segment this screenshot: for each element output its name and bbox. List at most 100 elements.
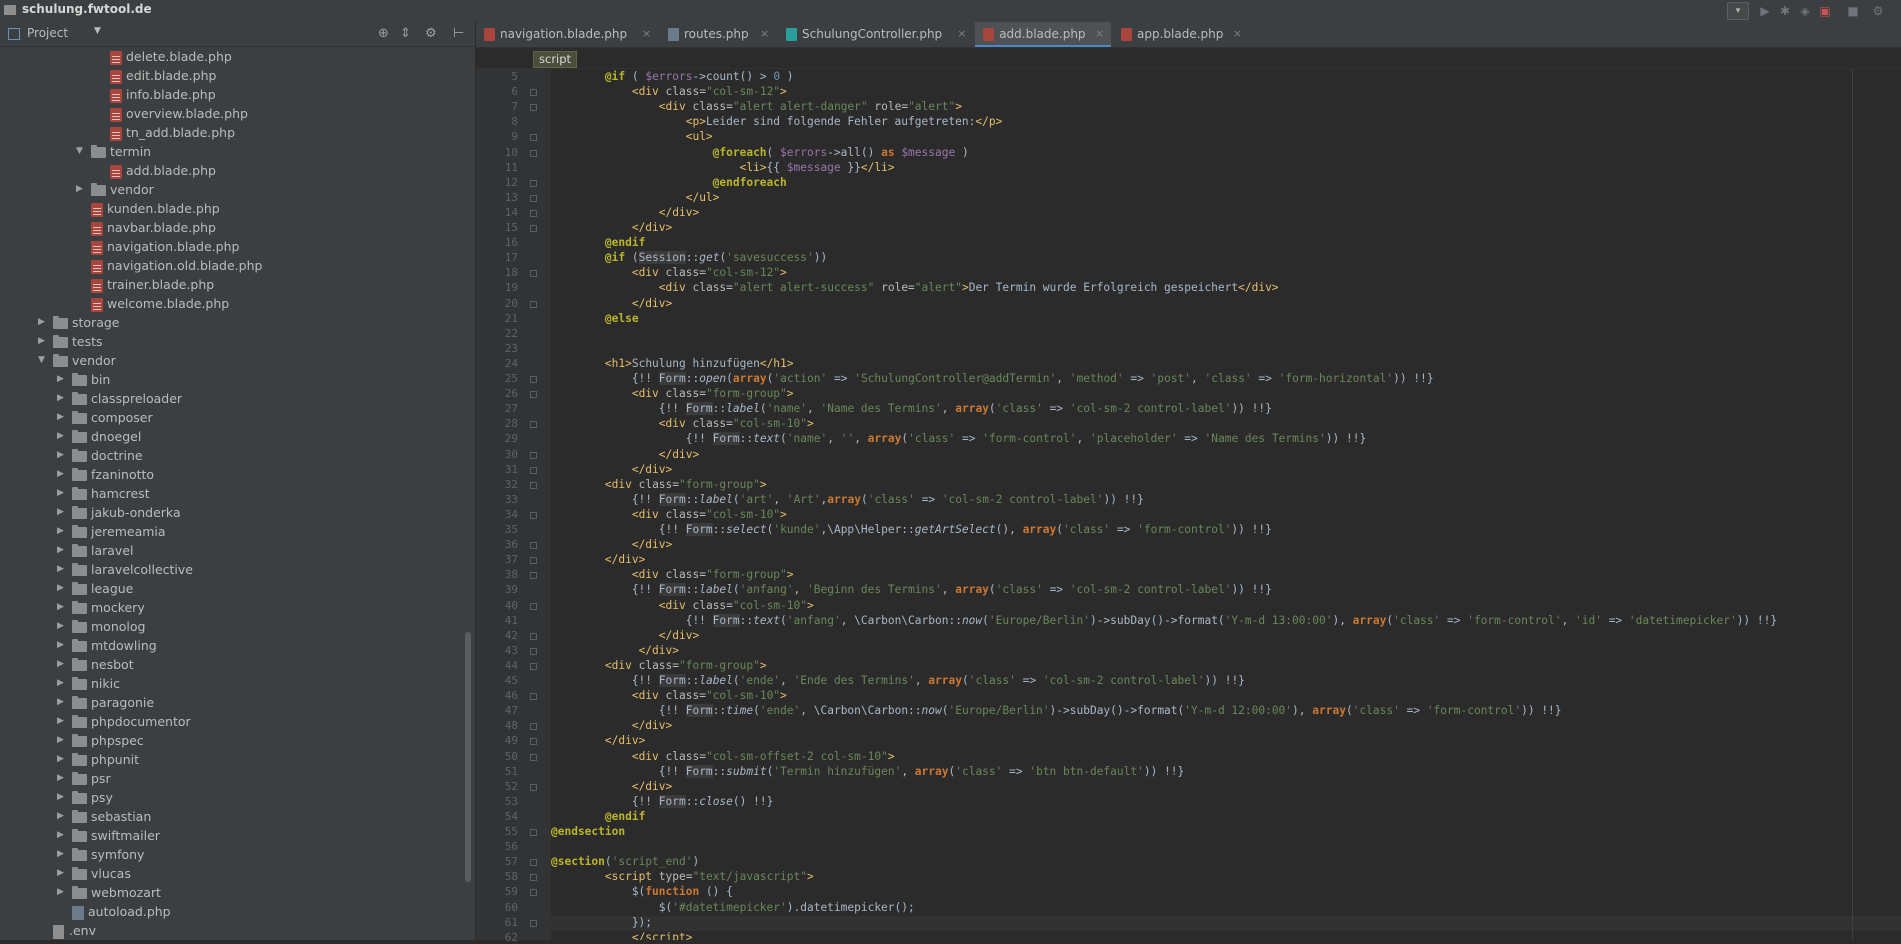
fold-marker-icon[interactable] (530, 738, 537, 745)
collapsed-arrow-icon[interactable]: ▶ (57, 640, 64, 650)
tree-folder[interactable]: ▼ termin (0, 143, 465, 162)
collapsed-arrow-icon[interactable]: ▶ (57, 716, 64, 726)
tree-folder[interactable]: ▶ phpunit (0, 751, 465, 770)
tree-folder[interactable]: ▶ vendor (0, 181, 465, 200)
fold-marker-icon[interactable] (530, 889, 537, 896)
tree-folder[interactable]: ▶ tests (0, 333, 465, 352)
code-line[interactable]: </div> (551, 734, 1901, 749)
code-line[interactable]: {!! Form::text('name', '', array('class'… (551, 432, 1901, 447)
fold-marker-icon[interactable] (530, 301, 537, 308)
fold-marker-icon[interactable] (530, 512, 537, 519)
code-line[interactable]: <div class="col-sm-10"> (551, 689, 1901, 704)
collapsed-arrow-icon[interactable]: ▶ (57, 887, 64, 897)
code-line[interactable]: <div class="col-sm-12"> (551, 85, 1901, 100)
close-icon[interactable]: × (957, 27, 966, 40)
play-icon[interactable]: ▶ (1757, 3, 1773, 19)
fold-marker-icon[interactable] (530, 754, 537, 761)
run-config-dropdown[interactable]: ▾ (1727, 2, 1749, 20)
tree-folder[interactable]: ▼ vendor (0, 352, 465, 371)
code-line[interactable]: <div class="form-group"> (551, 387, 1901, 402)
tree-folder[interactable]: ▶ symfony (0, 846, 465, 865)
fold-marker-icon[interactable] (530, 542, 537, 549)
code-line[interactable]: $(function () { (551, 885, 1901, 900)
tree-folder[interactable]: ▶ dnoegel (0, 428, 465, 447)
collapsed-arrow-icon[interactable]: ▶ (57, 469, 64, 479)
fold-marker-icon[interactable] (530, 784, 537, 791)
code-line[interactable]: </div> (551, 719, 1901, 734)
code-line[interactable]: @endif (551, 236, 1901, 251)
code-line[interactable]: @endsection (551, 825, 1901, 840)
fold-marker-icon[interactable] (530, 391, 537, 398)
collapsed-arrow-icon[interactable]: ▶ (57, 583, 64, 593)
collapsed-arrow-icon[interactable]: ▶ (38, 336, 45, 346)
code-line[interactable]: </div> (551, 297, 1901, 312)
collapsed-arrow-icon[interactable]: ▶ (57, 412, 64, 422)
tree-folder[interactable]: ▶ fzaninotto (0, 466, 465, 485)
tree-folder[interactable]: ▶ jakub-onderka (0, 504, 465, 523)
code-line[interactable]: </div> (551, 538, 1901, 553)
editor-tab[interactable]: app.blade.php × (1113, 22, 1249, 47)
collapsed-arrow-icon[interactable]: ▶ (57, 450, 64, 460)
code-line[interactable]: <div class="form-group"> (551, 659, 1901, 674)
collapsed-arrow-icon[interactable]: ▶ (57, 431, 64, 441)
breadcrumb-script-tag[interactable]: script (533, 51, 578, 68)
code-line[interactable] (551, 840, 1901, 855)
editor-tab[interactable]: navigation.blade.php × (476, 22, 658, 47)
coverage-icon[interactable]: ◈ (1797, 3, 1813, 19)
tree-folder[interactable]: ▶ swiftmailer (0, 827, 465, 846)
settings-icon[interactable]: ⚙ (1870, 3, 1886, 19)
collapsed-arrow-icon[interactable]: ▶ (76, 184, 83, 194)
tree-file[interactable]: info.blade.php (0, 86, 465, 105)
code-line[interactable]: {!! Form::label('ende', 'Ende des Termin… (551, 674, 1901, 689)
tree-file[interactable]: trainer.blade.php (0, 276, 465, 295)
code-line[interactable]: <div class="col-sm-10"> (551, 417, 1901, 432)
code-editor[interactable]: @if ( $errors->count() > 0 ) <div class=… (551, 69, 1901, 940)
fold-marker-icon[interactable] (530, 134, 537, 141)
tree-folder[interactable]: ▶ nikic (0, 675, 465, 694)
tree-folder[interactable]: ▶ classpreloader (0, 390, 465, 409)
navigation-breadcrumb[interactable]: schulung.fwtool.de (22, 2, 152, 16)
code-line[interactable]: <ul> (551, 130, 1901, 145)
code-line[interactable]: <div class="col-sm-12"> (551, 266, 1901, 281)
close-icon[interactable]: × (1233, 27, 1242, 40)
fold-marker-icon[interactable] (530, 603, 537, 610)
code-line[interactable]: {!! Form::select('kunde',\App\Helper::ge… (551, 523, 1901, 538)
collapsed-arrow-icon[interactable]: ▶ (57, 564, 64, 574)
tree-folder[interactable]: ▶ sebastian (0, 808, 465, 827)
tree-file[interactable]: tn_add.blade.php (0, 124, 465, 143)
fold-marker-icon[interactable] (530, 421, 537, 428)
stop-icon[interactable]: ■ (1845, 3, 1861, 19)
tree-folder[interactable]: ▶ laravel (0, 542, 465, 561)
code-line[interactable]: {!! Form::text('anfang', \Carbon\Carbon:… (551, 614, 1901, 629)
collapsed-arrow-icon[interactable]: ▶ (57, 659, 64, 669)
code-line[interactable]: <script type="text/javascript"> (551, 870, 1901, 885)
code-line[interactable]: </div> (551, 221, 1901, 236)
tree-file[interactable]: .env (0, 922, 465, 940)
code-line[interactable]: @else (551, 312, 1901, 327)
profile-icon[interactable]: ▣ (1817, 3, 1833, 19)
collapsed-arrow-icon[interactable]: ▶ (57, 754, 64, 764)
code-line[interactable]: @section('script_end') (551, 855, 1901, 870)
code-line[interactable]: </div> (551, 463, 1901, 478)
fold-marker-icon[interactable] (530, 482, 537, 489)
code-line[interactable]: <li>{{ $message }}</li> (551, 161, 1901, 176)
tree-folder[interactable]: ▶ bin (0, 371, 465, 390)
collapsed-arrow-icon[interactable]: ▶ (57, 545, 64, 555)
code-line[interactable]: <div class="form-group"> (551, 568, 1901, 583)
collapsed-arrow-icon[interactable]: ▶ (57, 602, 64, 612)
tree-folder[interactable]: ▶ phpspec (0, 732, 465, 751)
collapsed-arrow-icon[interactable]: ▶ (57, 811, 64, 821)
tree-folder[interactable]: ▶ storage (0, 314, 465, 333)
code-line[interactable]: </div> (551, 206, 1901, 221)
tree-folder[interactable]: ▶ phpdocumentor (0, 713, 465, 732)
fold-marker-icon[interactable] (530, 225, 537, 232)
collapsed-arrow-icon[interactable]: ▶ (57, 621, 64, 631)
fold-marker-icon[interactable] (530, 195, 537, 202)
code-line[interactable]: </div> (551, 553, 1901, 568)
collapsed-arrow-icon[interactable]: ▶ (57, 849, 64, 859)
code-line[interactable]: <div class="col-sm-10"> (551, 508, 1901, 523)
tree-file[interactable]: kunden.blade.php (0, 200, 465, 219)
code-line[interactable]: @endforeach (551, 176, 1901, 191)
collapsed-arrow-icon[interactable]: ▶ (57, 488, 64, 498)
hide-panel-icon[interactable]: ⊢ (453, 26, 464, 41)
